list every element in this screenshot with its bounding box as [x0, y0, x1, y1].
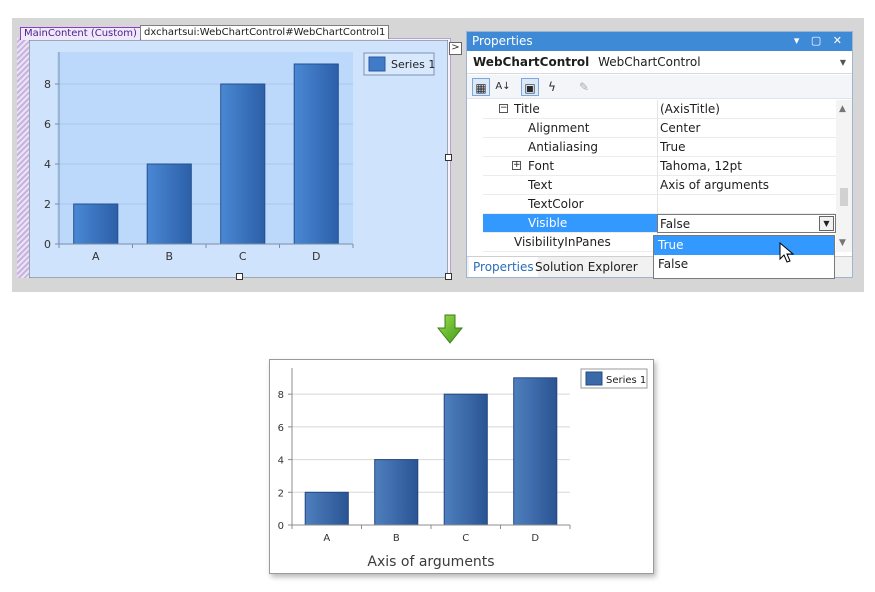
y-tick-label: 6 [278, 423, 284, 434]
property-value: Center [657, 119, 836, 138]
bar[interactable] [513, 377, 558, 526]
control-tag[interactable]: dxchartsui:WebChartControl#WebChartContr… [140, 25, 390, 39]
mouse-cursor-icon [779, 242, 795, 263]
tab-properties[interactable]: Properties [469, 257, 538, 277]
visible-dropdown-list: True False [653, 235, 835, 279]
y-tick-label: 4 [278, 456, 284, 467]
properties-title: Properties [472, 34, 533, 48]
x-tick-label: B [393, 533, 400, 544]
property-name: Title [514, 102, 540, 116]
expand-icon[interactable]: + [512, 161, 521, 170]
property-row-visible[interactable]: Visible False ▼ [467, 214, 836, 233]
object-selector[interactable]: WebChartControl WebChartControl ▼ [467, 52, 852, 74]
y-tick-label: 4 [44, 158, 51, 171]
x-tick-label: A [92, 250, 100, 263]
property-row-textcolor[interactable]: TextColor [467, 195, 836, 214]
tab-solution-explorer[interactable]: Solution Explorer [531, 257, 642, 277]
object-type: WebChartControl [598, 55, 701, 69]
property-pages-icon[interactable]: ✎ [575, 78, 593, 96]
resize-handle-bottom[interactable] [236, 273, 243, 280]
bar[interactable] [374, 459, 419, 526]
object-name: WebChartControl [473, 55, 590, 69]
property-name: Text [528, 178, 553, 192]
bar[interactable] [293, 63, 339, 245]
alphabetical-icon[interactable]: A↓ [494, 78, 512, 96]
property-row-antialiasing[interactable]: Antialiasing True [467, 138, 836, 157]
bar[interactable] [220, 83, 266, 245]
property-value: Tahoma, 12pt [657, 157, 836, 176]
legend-label: Series 1 [606, 375, 646, 386]
scrollbar-thumb[interactable] [840, 188, 848, 206]
x-axis-title: Axis of arguments [367, 554, 494, 570]
legend-swatch [585, 371, 603, 386]
property-value: (AxisTitle) [657, 100, 836, 119]
y-tick-label: 8 [44, 78, 51, 91]
property-grid: − Title (AxisTitle) Alignment Center Ant… [467, 100, 836, 252]
property-grid-scrollbar[interactable]: ▲ ▼ [836, 100, 852, 252]
y-tick-label: 2 [278, 488, 284, 499]
dropdown-arrow-icon[interactable]: ▼ [819, 216, 834, 231]
properties-toolbar: ▦ A↓ ▣ ϟ ✎ [467, 75, 852, 99]
properties-titlebar: Properties ▾ ▢ ✕ [467, 32, 852, 51]
resize-handle-right[interactable] [445, 154, 452, 161]
property-value-editor[interactable]: False ▼ [657, 214, 836, 233]
x-tick-label: D [531, 533, 539, 544]
option-true[interactable]: True [654, 236, 834, 255]
x-tick-label: D [312, 250, 320, 263]
property-value: False [660, 217, 691, 231]
window-controls-icon[interactable]: ▾ ▢ ✕ [794, 32, 846, 50]
y-tick-label: 8 [278, 390, 284, 401]
result-chart[interactable]: 0 2 4 6 8 A B C D Series 1 Axis of arguments [270, 360, 653, 573]
events-icon[interactable]: ϟ [543, 78, 561, 96]
smart-tag-button[interactable]: > [449, 42, 462, 55]
property-name: VisibilityInPanes [514, 235, 611, 249]
legend-swatch [368, 56, 386, 72]
bar[interactable] [443, 393, 488, 526]
property-value: Axis of arguments [657, 176, 836, 195]
scroll-up-icon[interactable]: ▲ [839, 104, 846, 114]
chevron-down-icon[interactable]: ▼ [840, 52, 846, 73]
property-name: Antialiasing [528, 140, 599, 154]
x-tick-label: C [462, 533, 469, 544]
property-value: True [657, 138, 836, 157]
chart-legend: Series 1 [580, 368, 648, 389]
down-arrow-icon [437, 314, 463, 344]
bar[interactable] [146, 163, 192, 245]
property-row-title[interactable]: − Title (AxisTitle) [467, 100, 836, 119]
bar[interactable] [73, 203, 119, 245]
chart-legend: Series 1 [363, 52, 435, 76]
x-tick-label: B [165, 250, 173, 263]
property-value [657, 195, 836, 214]
option-false[interactable]: False [654, 255, 834, 274]
property-name: TextColor [528, 197, 584, 211]
y-tick-label: 0 [44, 238, 51, 251]
scroll-down-icon[interactable]: ▼ [839, 238, 846, 248]
legend-label: Series 1 [391, 58, 435, 71]
property-row-alignment[interactable]: Alignment Center [467, 119, 836, 138]
property-name: Visible [528, 216, 568, 230]
y-tick-label: 0 [278, 521, 284, 532]
designer-chart[interactable]: 0 2 4 6 8 A B C D Series 1 [29, 40, 448, 278]
property-row-font[interactable]: + Font Tahoma, 12pt [467, 157, 836, 176]
bar[interactable] [304, 491, 349, 526]
x-tick-label: C [239, 250, 247, 263]
result-chart-card: 0 2 4 6 8 A B C D Series 1 Axis of arguments [269, 359, 654, 574]
property-name: Font [528, 159, 555, 173]
design-surface-margin [17, 38, 29, 278]
y-tick-label: 6 [44, 118, 51, 131]
y-tick-label: 2 [44, 198, 51, 211]
x-tick-label: A [323, 533, 330, 544]
property-row-text[interactable]: Text Axis of arguments [467, 176, 836, 195]
categorized-icon[interactable]: ▦ [472, 78, 490, 96]
properties-icon[interactable]: ▣ [521, 78, 539, 96]
resize-handle-bottom-right[interactable] [445, 273, 452, 280]
collapse-icon[interactable]: − [499, 104, 508, 113]
content-placeholder-tag[interactable]: MainContent (Custom) [20, 27, 141, 40]
property-name: Alignment [528, 121, 590, 135]
